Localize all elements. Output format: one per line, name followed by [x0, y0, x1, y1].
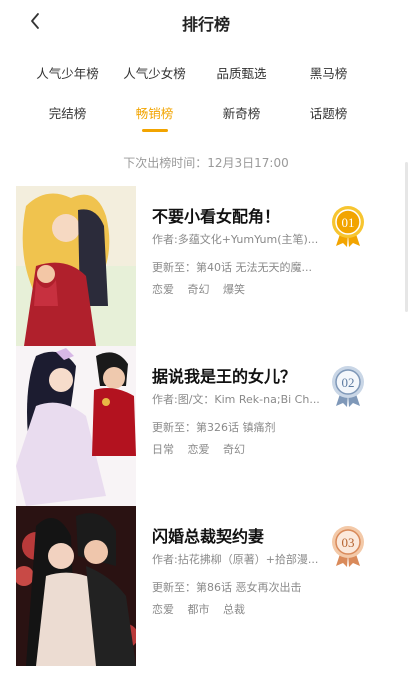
top-bar: 排行榜 — [0, 0, 412, 44]
page-title: 排行榜 — [181, 15, 230, 34]
ranking-item[interactable]: 据说我是王的女儿？ 作者:图/文：Kim Rek-na;Bi Ch... 更新至… — [16, 346, 396, 506]
tag: 都市 — [187, 603, 210, 616]
tag: 总裁 — [223, 603, 245, 616]
tab-topics[interactable]: 话题榜 — [277, 104, 380, 130]
tab-novel-label: 新奇榜 — [222, 106, 261, 121]
tag: 爆笑 — [223, 283, 245, 296]
ranking-item[interactable]: 闪婚总裁契约妻 作者:拈花拂柳（原著）+拾部漫... 更新至：第86话 恶女再次… — [16, 506, 396, 666]
comic-tags: 恋爱 都市 总裁 — [152, 602, 342, 618]
tag: 恋爱 — [152, 283, 174, 296]
comic-tags: 恋爱 奇幻 爆笑 — [152, 282, 342, 298]
rank-number: 01 — [342, 215, 355, 230]
tab-topics-label: 话题榜 — [309, 106, 348, 121]
tag: 奇幻 — [223, 443, 245, 456]
tag: 恋爱 — [152, 603, 174, 616]
next-release-time: 下次出榜时间：12月3日17:00 — [123, 156, 289, 170]
comic-author: 作者:拈花拂柳（原著）+拾部漫... — [152, 553, 319, 566]
tag: 日常 — [152, 443, 174, 456]
tag: 恋爱 — [187, 443, 210, 456]
comic-author: 作者:多蕴文化+YumYum(主笔)... — [152, 233, 319, 246]
comic-tags: 日常 恋爱 奇幻 — [152, 442, 342, 458]
comic-info: 据说我是王的女儿？ 作者:图/文：Kim Rek-na;Bi Ch... 更新至… — [152, 366, 342, 458]
comic-author: 作者:图/文：Kim Rek-na;Bi Ch... — [152, 393, 320, 406]
comic-update: 更新至：第40话 无法无天的魔... — [152, 261, 312, 274]
tag: 奇幻 — [187, 283, 210, 296]
comic-info: 不要小看女配角！ 作者:多蕴文化+YumYum(主笔)... 更新至：第40话 … — [152, 206, 342, 298]
comic-cover-image[interactable] — [16, 506, 136, 666]
ranking-item[interactable]: 不要小看女配角！ 作者:多蕴文化+YumYum(主笔)... 更新至：第40话 … — [16, 186, 396, 346]
tab-completed-label: 完结榜 — [48, 106, 87, 121]
comic-cover-image[interactable] — [16, 346, 136, 506]
comic-title: 闪婚总裁契约妻 — [152, 527, 265, 546]
comic-title: 据说我是王的女儿？ — [152, 367, 297, 386]
rank-medal-icon: 02 — [330, 364, 366, 408]
comic-update: 更新至：第86话 恶女再次出击 — [152, 581, 302, 594]
comic-cover-image[interactable] — [16, 186, 136, 346]
rank-number: 02 — [342, 375, 355, 390]
active-tab-indicator — [141, 129, 168, 132]
tab-dark-horse[interactable]: 黑马榜 — [277, 64, 380, 90]
tab-bestselling-label: 畅销榜 — [135, 106, 174, 121]
comic-update: 更新至：第326话 镇痛剂 — [152, 421, 276, 434]
scrollbar[interactable] — [405, 162, 408, 312]
comic-info: 闪婚总裁契约妻 作者:拈花拂柳（原著）+拾部漫... 更新至：第86话 恶女再次… — [152, 526, 342, 618]
rank-medal-icon: 03 — [330, 524, 366, 568]
comic-title: 不要小看女配角！ — [152, 207, 281, 226]
rank-number: 03 — [342, 535, 355, 550]
rank-medal-icon: 01 — [330, 204, 366, 248]
